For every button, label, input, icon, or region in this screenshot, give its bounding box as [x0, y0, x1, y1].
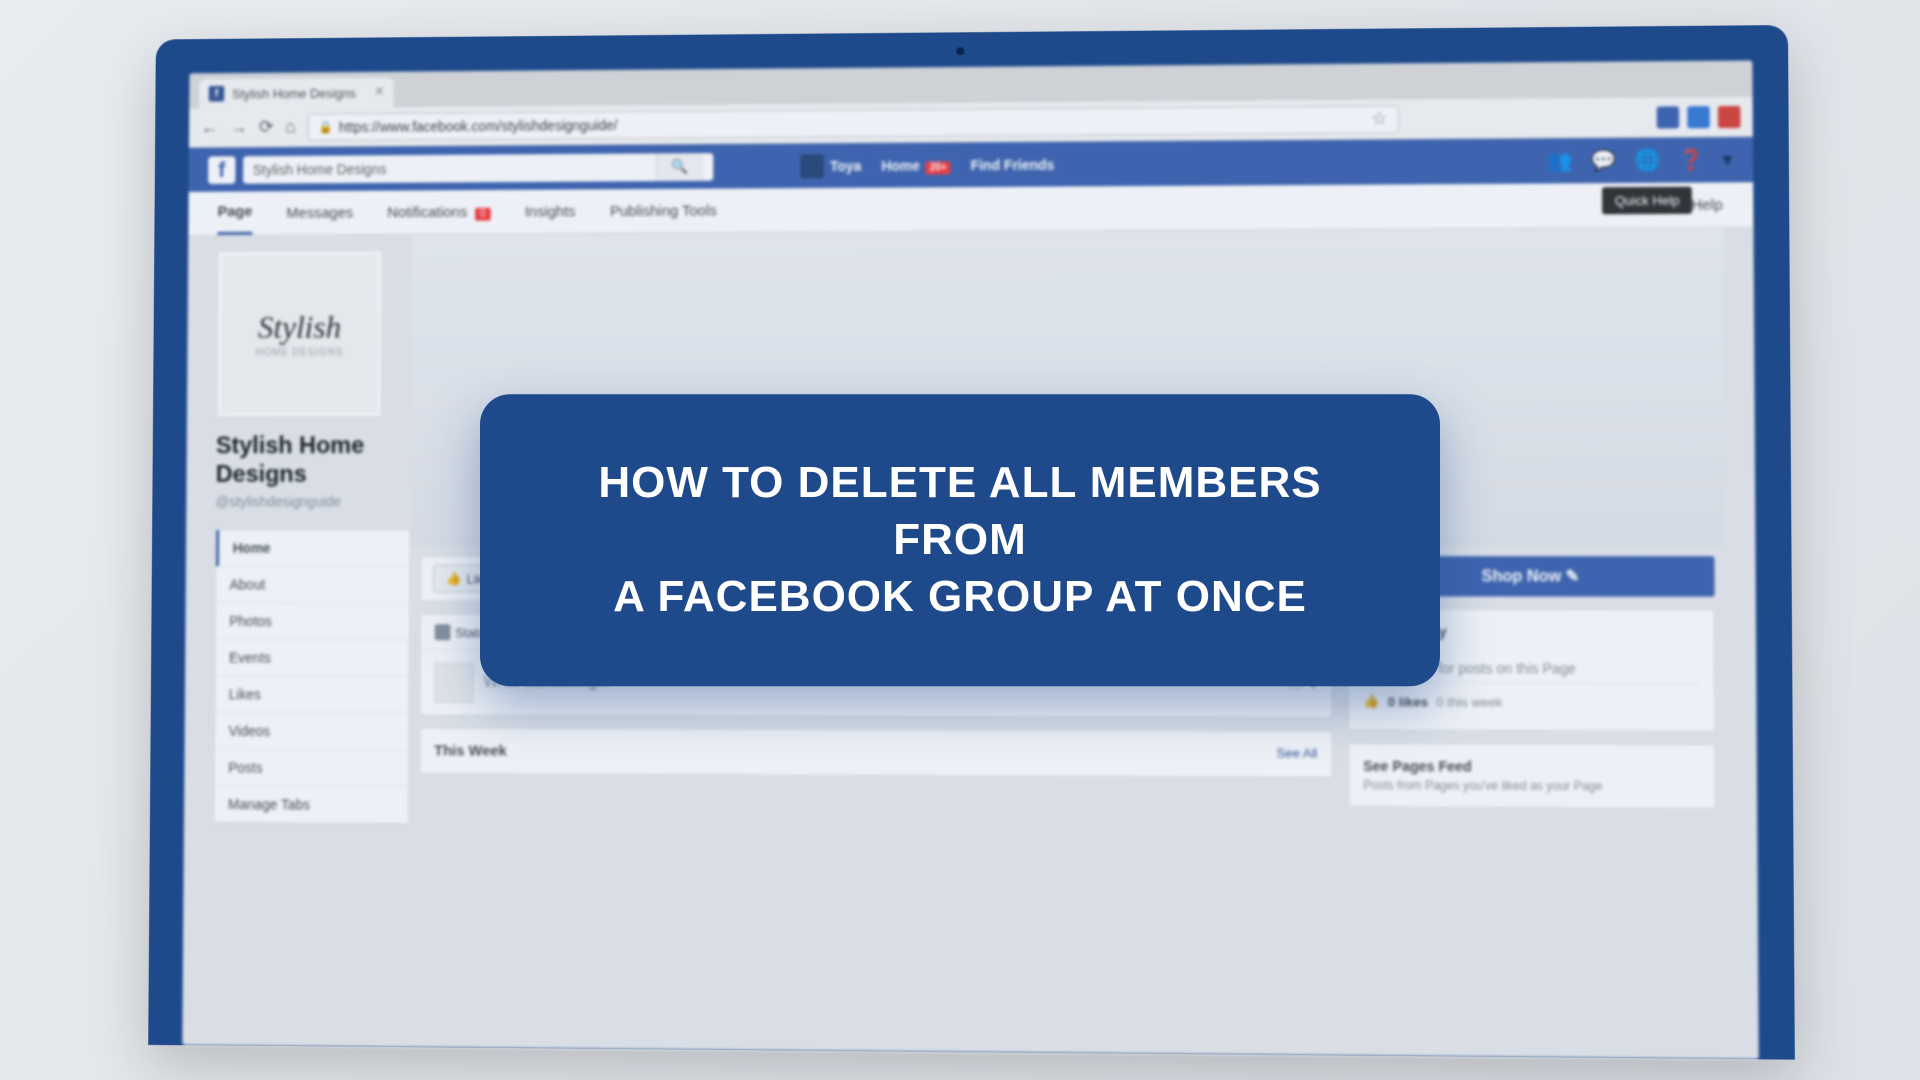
forward-icon[interactable]: → [230, 117, 248, 138]
see-all-link[interactable]: See All [1276, 745, 1317, 762]
feed-title: See Pages Feed [1363, 758, 1700, 776]
subnav-publishing[interactable]: Publishing Tools [610, 190, 717, 231]
friend-requests-icon[interactable]: 👥 [1547, 148, 1572, 173]
facebook-search[interactable]: Stylish Home Designs 🔍 [243, 153, 713, 184]
subnav-messages[interactable]: Messages [286, 192, 353, 233]
overlay-line1: HOW TO DELETE ALL MEMBERS FROM [550, 454, 1370, 568]
subnav-page[interactable]: Page [217, 192, 252, 235]
header-icons: 👥 💬 🌐 ❓ ▾ [1547, 147, 1732, 173]
close-tab-icon[interactable]: × [375, 84, 384, 102]
pencil-icon [435, 624, 451, 640]
week-title: This Week [434, 742, 507, 759]
overlay-line2: A FACEBOOK GROUP AT ONCE [550, 569, 1370, 626]
nav-home[interactable]: Home 20+ [881, 157, 950, 173]
dropdown-icon[interactable]: ▾ [1722, 147, 1732, 172]
extension-icon[interactable] [1718, 105, 1741, 127]
left-column: Stylish HOME DESIGNS Stylish Home Design… [212, 235, 413, 1047]
logo-subtitle: HOME DESIGNS [256, 347, 344, 358]
subnav-insights[interactable]: Insights [525, 191, 576, 232]
this-week-card: This Week See All [419, 727, 1333, 777]
side-photos[interactable]: Photos [216, 603, 410, 640]
feed-subtitle: Posts from Pages you've liked as your Pa… [1363, 778, 1700, 794]
facebook-nav: Toya Home 20+ Find Friends [800, 152, 1054, 177]
facebook-logo[interactable]: f [208, 156, 235, 184]
composer-avatar [434, 663, 474, 703]
back-icon[interactable]: ← [201, 117, 219, 138]
pages-feed-card[interactable]: See Pages Feed Posts from Pages you've l… [1348, 743, 1716, 809]
notif-badge: 0 [475, 207, 490, 220]
search-value: Stylish Home Designs [253, 161, 386, 178]
help-icon[interactable]: ❓ [1678, 147, 1704, 172]
extension-icon[interactable] [1687, 106, 1710, 128]
address-bar[interactable]: 🔒 https://www.facebook.com/stylishdesign… [307, 105, 1398, 141]
avatar [800, 154, 824, 178]
subnav-notifications[interactable]: Notifications 0 [387, 192, 490, 233]
camera-dot [956, 47, 964, 55]
notifications-icon[interactable]: 🌐 [1635, 148, 1661, 173]
facebook-favicon: f [209, 86, 225, 102]
url-text: https://www.facebook.com/stylishdesigngu… [339, 117, 618, 135]
user-profile-link[interactable]: Toya [800, 154, 861, 178]
side-about[interactable]: About [216, 566, 410, 603]
quick-help-tooltip[interactable]: Quick Help [1602, 187, 1692, 215]
side-videos[interactable]: Videos [215, 713, 409, 750]
home-badge: 20+ [926, 161, 951, 174]
side-events[interactable]: Events [215, 639, 409, 676]
tab-title: Stylish Home Designs [232, 85, 356, 101]
messages-icon[interactable]: 💬 [1591, 148, 1616, 173]
subnav-help[interactable]: Help [1691, 196, 1723, 213]
page-handle: @stylishdesignguide [215, 493, 410, 509]
side-posts[interactable]: Posts [215, 749, 409, 787]
extension-icons [1657, 105, 1741, 128]
user-name: Toya [830, 158, 861, 174]
search-icon[interactable]: 🔍 [656, 153, 703, 181]
browser-tab[interactable]: f Stylish Home Designs × [199, 78, 394, 109]
thumb-icon: 👍 [1363, 693, 1379, 709]
home-icon[interactable]: ⌂ [285, 117, 296, 138]
side-home[interactable]: Home [216, 530, 410, 567]
side-manage-tabs[interactable]: Manage Tabs [214, 786, 408, 824]
likes-stat: 👍 0 likes 0 this week [1363, 693, 1700, 710]
logo-text: Stylish [258, 309, 341, 346]
bookmark-star-icon[interactable]: ☆ [1371, 108, 1387, 129]
nav-find-friends[interactable]: Find Friends [971, 156, 1055, 172]
extension-icon[interactable] [1657, 106, 1680, 128]
profile-picture[interactable]: Stylish HOME DESIGNS [216, 250, 383, 418]
side-likes[interactable]: Likes [215, 676, 409, 713]
title-overlay: HOW TO DELETE ALL MEMBERS FROM A FACEBOO… [480, 394, 1440, 686]
side-menu: Home About Photos Events Likes Videos Po… [213, 529, 410, 825]
page-title: Stylish Home Designs [216, 432, 412, 489]
reload-icon[interactable]: ⟳ [259, 117, 274, 138]
lock-icon: 🔒 [318, 120, 333, 134]
